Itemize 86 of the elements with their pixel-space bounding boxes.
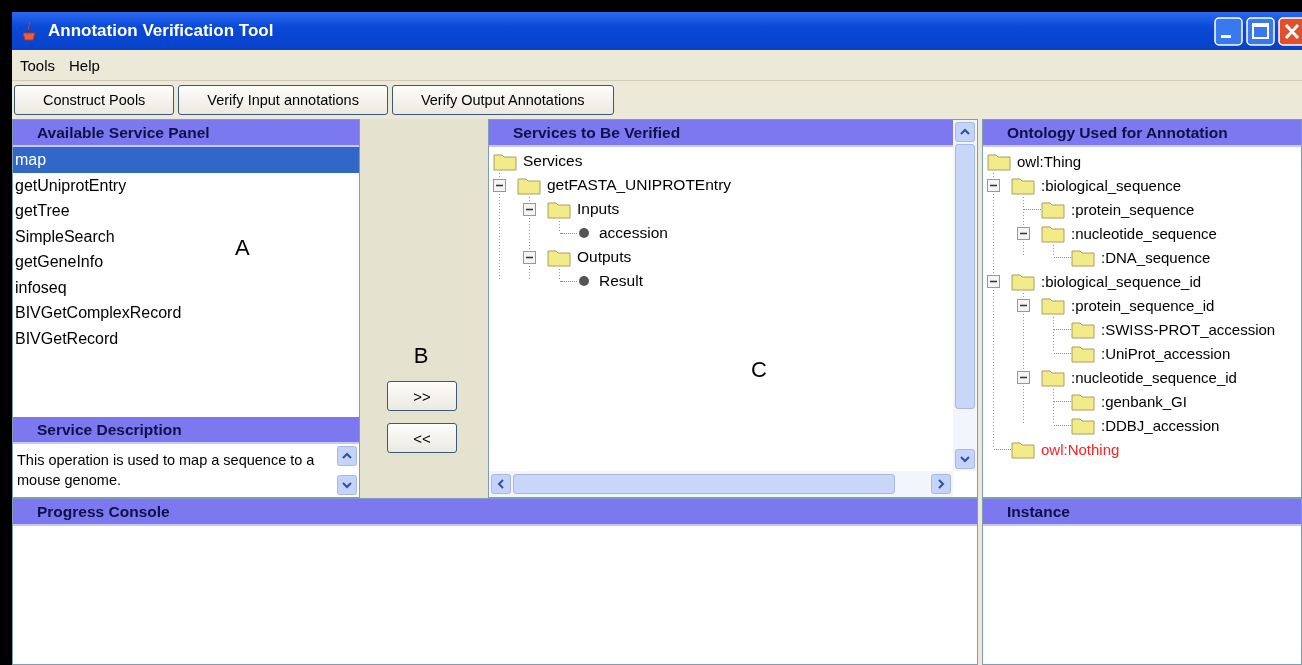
folder-icon — [1041, 199, 1065, 219]
maximize-button[interactable] — [1246, 16, 1275, 46]
tree-item[interactable]: owl:Nothing — [1041, 440, 1120, 458]
toolbar-button[interactable]: Verify Output Annotations — [391, 85, 614, 115]
scroll-up-button[interactable] — [337, 446, 357, 466]
bullet-icon — [579, 276, 589, 286]
folder-icon — [1011, 439, 1035, 459]
folder-icon — [547, 199, 571, 219]
list-item[interactable]: BIVGetRecord — [13, 325, 119, 351]
horizontal-scrollbar[interactable] — [489, 471, 953, 497]
tree-item[interactable]: getFASTA_UNIPROTEntry — [547, 176, 732, 194]
folder-icon — [547, 247, 571, 267]
annotation-label: B — [413, 343, 429, 369]
folder-icon — [1071, 343, 1095, 363]
window-title: Annotation Verification Tool — [48, 21, 275, 41]
collapse-icon[interactable] — [523, 250, 536, 264]
folder-icon — [1071, 391, 1095, 411]
menu-item[interactable]: Help — [69, 56, 100, 74]
folder-icon — [1041, 223, 1065, 243]
collapse-icon[interactable] — [493, 178, 506, 192]
tree-item[interactable]: :nucleotide_sequence_id — [1071, 368, 1237, 386]
scroll-down-button[interactable] — [955, 449, 975, 469]
list-item[interactable]: infoseq — [13, 274, 67, 300]
list-item[interactable]: BIVGetComplexRecord — [13, 300, 182, 326]
tree-item[interactable]: :protein_sequence_id — [1071, 296, 1215, 314]
scroll-thumb[interactable] — [513, 474, 895, 494]
tree-item[interactable]: :DNA_sequence — [1101, 248, 1211, 266]
tree-item[interactable]: :biological_sequence_id — [1041, 272, 1202, 290]
collapse-icon[interactable] — [1017, 370, 1030, 384]
collapse-icon[interactable] — [1017, 226, 1030, 240]
tree-item[interactable]: Services — [523, 152, 583, 170]
panel-header: Progress Console — [13, 499, 977, 526]
tree-item[interactable]: Result — [599, 272, 643, 290]
tree-item[interactable]: :genbank_GI — [1101, 392, 1187, 410]
list-item[interactable]: getUniprotEntry — [13, 172, 127, 198]
panel-header: Service Description — [13, 417, 359, 444]
folder-icon — [1071, 247, 1095, 267]
annotation-label: A — [235, 235, 250, 261]
folder-icon — [1041, 295, 1065, 315]
folder-icon — [1011, 175, 1035, 195]
list-item[interactable]: SimpleSearch — [13, 223, 115, 249]
scroll-thumb[interactable] — [955, 144, 975, 409]
folder-icon — [517, 175, 541, 195]
panel-header: Services to Be Verified — [489, 120, 953, 147]
panel-header: Ontology Used for Annotation — [983, 120, 1301, 147]
folder-icon — [493, 151, 517, 171]
minimize-button[interactable] — [1214, 16, 1243, 46]
folder-icon — [987, 151, 1011, 171]
list-item[interactable]: getTree — [13, 198, 70, 224]
collapse-icon[interactable] — [523, 202, 536, 216]
vertical-scrollbar[interactable] — [953, 120, 977, 471]
scroll-down-button[interactable] — [337, 475, 357, 495]
scroll-right-button[interactable] — [931, 474, 951, 494]
transfer-button[interactable]: >> — [387, 381, 457, 411]
panel-header: Available Service Panel — [13, 120, 359, 147]
description-text: This operation is used to map a sequence to a mouse genome. — [16, 451, 316, 490]
tree-item[interactable]: accession — [599, 224, 668, 242]
folder-icon — [1071, 415, 1095, 435]
toolbar-button[interactable]: Verify Input annotations — [178, 85, 388, 115]
tree-item[interactable]: owl:Thing — [1017, 152, 1082, 170]
transfer-button[interactable]: << — [387, 423, 457, 453]
annotation-label: C — [751, 357, 767, 383]
tree-item[interactable]: :biological_sequence — [1041, 176, 1182, 194]
list-item[interactable]: getGeneInfo — [13, 249, 104, 275]
tree-item[interactable]: :SWISS-PROT_accession — [1101, 320, 1276, 338]
scroll-up-button[interactable] — [955, 122, 975, 142]
close-button[interactable] — [1278, 16, 1302, 46]
folder-icon — [1011, 271, 1035, 291]
tree-item[interactable]: :nucleotide_sequence — [1071, 224, 1217, 242]
toolbar-button[interactable]: Construct Pools — [14, 85, 175, 115]
collapse-icon[interactable] — [987, 274, 1000, 288]
collapse-icon[interactable] — [987, 178, 1000, 192]
list-item[interactable]: map — [13, 147, 359, 173]
tree-item[interactable]: Inputs — [577, 200, 620, 218]
tree-item[interactable]: Outputs — [577, 248, 632, 266]
tree-item[interactable]: :DDBJ_accession — [1101, 416, 1220, 434]
tree-item[interactable]: :protein_sequence — [1071, 200, 1195, 218]
tree-item[interactable]: :UniProt_accession — [1101, 344, 1231, 362]
menu-item[interactable]: Tools — [20, 56, 56, 74]
panel-header: Instance — [983, 499, 1301, 526]
collapse-icon[interactable] — [1017, 298, 1030, 312]
flame-icon — [20, 20, 38, 42]
folder-icon — [1071, 319, 1095, 339]
bullet-icon — [579, 228, 589, 238]
scroll-left-button[interactable] — [491, 474, 511, 494]
folder-icon — [1041, 367, 1065, 387]
